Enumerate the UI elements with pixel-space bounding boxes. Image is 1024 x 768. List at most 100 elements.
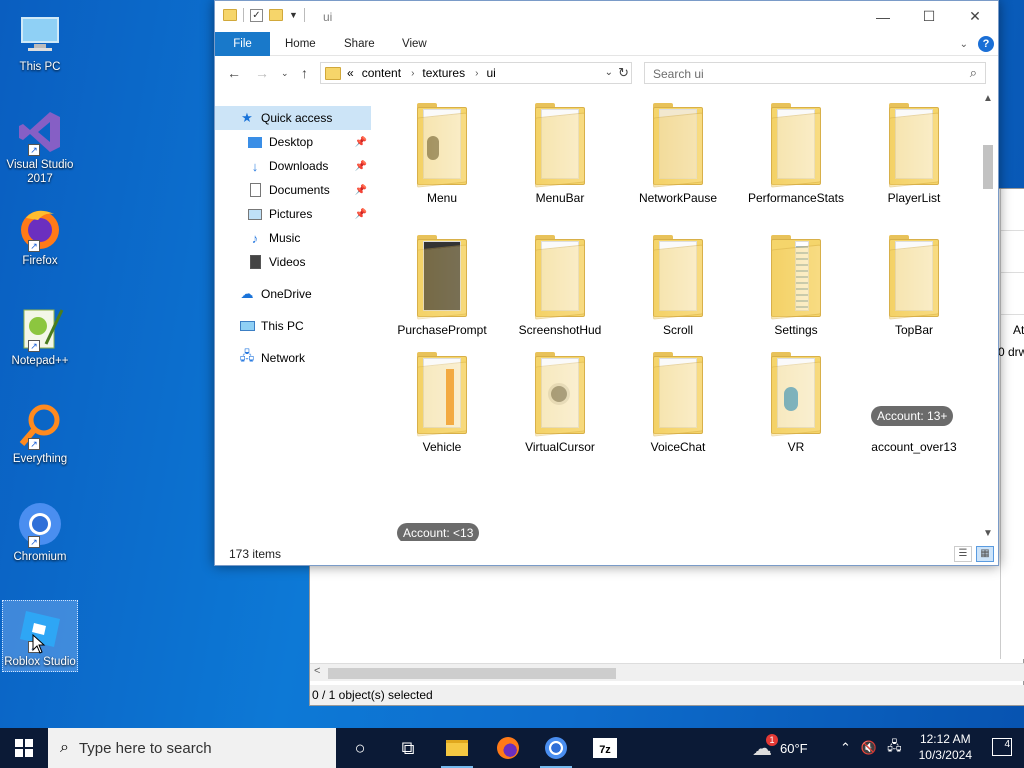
customize-toolbar-icon[interactable]: ▼ [289, 10, 298, 20]
pin-icon[interactable]: 📌 [355, 185, 367, 196]
nav-item-music[interactable]: ♪ Music [215, 226, 371, 250]
breadcrumb-content[interactable]: content [362, 66, 401, 80]
volume-muted-icon[interactable]: 🔇 [861, 740, 877, 756]
folder-item-topbar[interactable]: TopBar [855, 233, 973, 353]
folder-item-playerlist[interactable]: PlayerList [855, 101, 973, 221]
nav-item-desktop[interactable]: Desktop 📌 [215, 130, 371, 154]
horizontal-scrollbar[interactable]: < [310, 663, 1024, 681]
desktop-icon-visual-studio[interactable]: ↗ Visual Studio 2017 [2, 104, 78, 194]
folder-item-menu[interactable]: Menu [385, 101, 501, 221]
new-folder-icon[interactable] [269, 9, 283, 21]
details-view-icon[interactable]: ☰ [954, 546, 972, 562]
close-button[interactable]: ✕ [952, 1, 998, 32]
notepadpp-icon: ↗ [16, 304, 64, 352]
scroll-down-icon[interactable]: ▼ [983, 528, 993, 539]
folder-icon [411, 350, 473, 437]
folder-item-scroll[interactable]: Scroll [619, 233, 737, 353]
folder-item-vr[interactable]: VR [737, 350, 855, 470]
everything-search-icon: ↗ [16, 402, 64, 450]
properties-pane [1000, 189, 1024, 659]
chevron-right-icon[interactable]: › [475, 68, 478, 79]
file-item-account-over13[interactable]: Account: 13+ account_over13 [855, 350, 973, 470]
search-input[interactable]: Search ui ⌕ [644, 62, 986, 84]
monitor-icon [16, 10, 64, 58]
minimize-button[interactable]: — [860, 1, 906, 32]
shortcut-arrow-icon: ↗ [28, 144, 40, 156]
back-arrow-icon[interactable]: ← [227, 65, 241, 81]
start-button[interactable] [0, 728, 48, 768]
chevron-right-icon[interactable]: › [411, 68, 414, 79]
help-icon[interactable]: ? [978, 36, 994, 52]
address-bar[interactable]: « content › textures › ui ⌄ ↻ [320, 62, 632, 84]
folder-item-networkpause[interactable]: NetworkPause [619, 101, 737, 221]
folder-item-screenshothud[interactable]: ScreenshotHud [501, 233, 619, 353]
folder-item-purchaseprompt[interactable]: PurchasePrompt [385, 233, 501, 353]
breadcrumb-textures[interactable]: textures [422, 66, 465, 80]
scrollbar-thumb[interactable] [328, 668, 616, 679]
notification-center-icon[interactable]: 4 [992, 738, 1012, 756]
forward-arrow-icon[interactable]: → [255, 65, 269, 81]
folder-name: PurchasePrompt [397, 323, 487, 337]
scrollbar-thumb[interactable] [983, 145, 993, 189]
nav-item-quick-access[interactable]: ★ Quick access [215, 106, 371, 130]
tab-file[interactable]: File [215, 32, 270, 56]
chevron-down-icon[interactable]: ⌄ [605, 67, 613, 78]
folder-name: VirtualCursor [525, 440, 595, 454]
folder-item-menubar[interactable]: MenuBar [501, 101, 619, 221]
taskbar-firefox[interactable] [484, 728, 532, 768]
taskbar-7zip[interactable]: 7z [581, 728, 629, 768]
desktop-icon-notepadpp[interactable]: ↗ Notepad++ [2, 300, 78, 390]
tab-share[interactable]: Share [344, 32, 375, 56]
up-arrow-icon[interactable]: ↑ [301, 65, 308, 81]
chevron-up-icon[interactable]: ⌃ [840, 740, 851, 756]
desktop-icon-everything[interactable]: ↗ Everything [2, 398, 78, 488]
folder-item-voicechat[interactable]: VoiceChat [619, 350, 737, 470]
nav-item-downloads[interactable]: ↓ Downloads 📌 [215, 154, 371, 178]
folder-item-settings[interactable]: Settings [737, 233, 855, 353]
account-over13-badge: Account: 13+ [871, 406, 954, 426]
taskbar-search-box[interactable]: ⌕ Type here to search [48, 728, 336, 768]
nav-item-onedrive[interactable]: ☁ OneDrive [215, 282, 371, 306]
pin-icon[interactable]: 📌 [355, 209, 367, 220]
window-title: ui [323, 10, 333, 24]
nav-item-pictures[interactable]: Pictures 📌 [215, 202, 371, 226]
breadcrumb-ui[interactable]: ui [486, 66, 495, 80]
recent-locations-icon[interactable]: ⌄ [281, 68, 289, 79]
vertical-scrollbar[interactable]: ▲ ▼ [980, 91, 996, 541]
folder-icon [765, 350, 827, 437]
system-tray: ⌃ 🔇 🖧 [840, 728, 902, 768]
refresh-icon[interactable]: ↻ [618, 65, 629, 81]
nav-item-videos[interactable]: Videos [215, 250, 371, 274]
breadcrumb-overflow[interactable]: « [347, 66, 354, 80]
title-bar[interactable]: ✓ ▼ ui — ☐ ✕ [215, 1, 998, 32]
nav-item-network[interactable]: 🖧 Network [215, 346, 371, 370]
folder-item-performancestats[interactable]: PerformanceStats [737, 101, 855, 221]
folder-name: NetworkPause [638, 191, 718, 205]
folder-item-virtualcursor[interactable]: VirtualCursor [501, 350, 619, 470]
expand-ribbon-icon[interactable]: ⌄ [960, 39, 968, 50]
desktop-icon-firefox[interactable]: ↗ Firefox [2, 200, 78, 290]
folder-item-vehicle[interactable]: Vehicle [385, 350, 501, 470]
desktop-icon-this-pc[interactable]: This PC [2, 6, 78, 96]
large-icons-view-icon[interactable]: ▦ [976, 546, 994, 562]
clock[interactable]: 12:12 AM 10/3/2024 [919, 731, 972, 763]
folder-icon [411, 101, 473, 188]
maximize-button[interactable]: ☐ [906, 1, 952, 32]
desktop-icon-chromium[interactable]: ↗ Chromium [2, 496, 78, 586]
network-icon[interactable]: 🖧 [887, 737, 902, 759]
tab-home[interactable]: Home [285, 32, 316, 56]
tab-view[interactable]: View [402, 32, 427, 56]
scroll-left-icon[interactable]: < [314, 665, 320, 677]
pin-icon[interactable]: 📌 [355, 161, 367, 172]
nav-item-documents[interactable]: Documents 📌 [215, 178, 371, 202]
weather-widget[interactable]: ☁ 1 60°F [752, 728, 808, 768]
properties-icon[interactable]: ✓ [250, 8, 263, 22]
taskbar-chromium[interactable] [532, 728, 580, 768]
cortana-icon[interactable]: ○ [336, 728, 384, 768]
pin-icon[interactable]: 📌 [355, 137, 367, 148]
folder-icon [883, 101, 945, 188]
taskbar-file-explorer[interactable] [433, 728, 481, 768]
nav-item-this-pc[interactable]: This PC [215, 314, 371, 338]
task-view-icon[interactable]: ⧉ [384, 728, 432, 768]
scroll-up-icon[interactable]: ▲ [983, 93, 993, 104]
